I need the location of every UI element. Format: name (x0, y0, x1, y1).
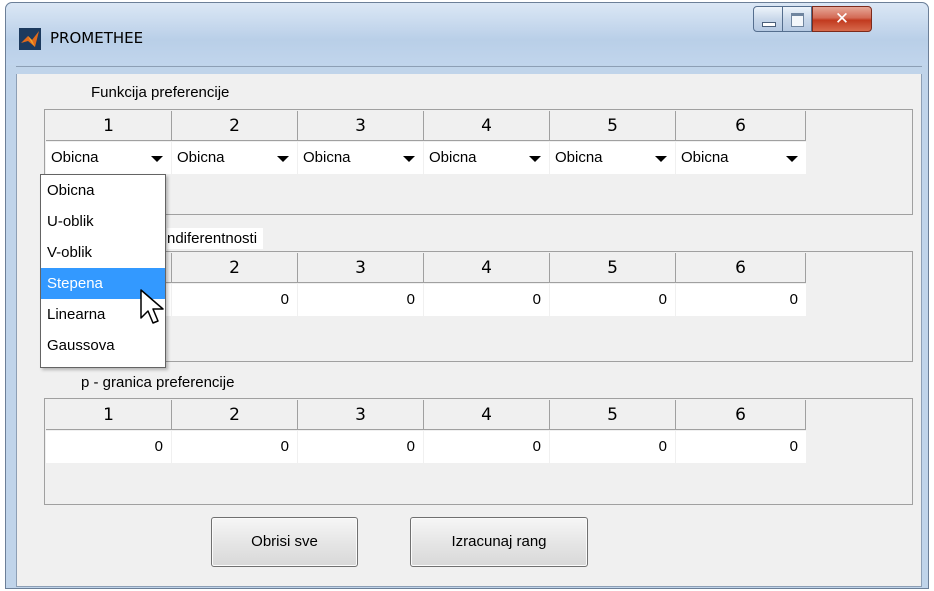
preference-function-select-3[interactable]: Obicna (298, 142, 424, 174)
column-header: 5 (550, 111, 676, 141)
indifference-cell-2[interactable]: 0 (172, 284, 298, 316)
title-bar[interactable]: PROMETHEE ✕ (6, 3, 928, 65)
column-header: 5 (550, 253, 676, 283)
preference-limit-cell-6[interactable]: 0 (676, 431, 806, 463)
dropdown-arrow-icon (277, 156, 289, 162)
column-header: 3 (298, 111, 424, 141)
column-header: 6 (676, 111, 806, 141)
indifference-cell-5[interactable]: 0 (550, 284, 676, 316)
preference-function-header-row: 1 2 3 4 5 6 (46, 111, 810, 141)
dropdown-arrow-icon (786, 156, 798, 162)
column-header: 6 (676, 400, 806, 430)
preference-limit-label: p - granica preferencije (80, 374, 236, 391)
preference-function-select-1[interactable]: Obicna (46, 142, 172, 174)
preference-limit-cell-3[interactable]: 0 (298, 431, 424, 463)
dropdown-arrow-icon (655, 156, 667, 162)
clear-all-button[interactable]: Obrisi sve (211, 517, 358, 567)
maximize-icon (791, 13, 804, 27)
preference-function-panel: 1 2 3 4 5 6 Obicna Obicna Obicna Obicna … (44, 109, 913, 215)
select-value: Obicna (303, 149, 351, 166)
preference-function-select-6[interactable]: Obicna (676, 142, 806, 174)
preference-limit-cell-1[interactable]: 0 (46, 431, 172, 463)
preference-limit-cell-4[interactable]: 0 (424, 431, 550, 463)
dropdown-arrow-icon (529, 156, 541, 162)
column-header: 4 (424, 111, 550, 141)
select-value: Obicna (51, 149, 99, 166)
mouse-cursor-icon (140, 289, 164, 324)
preference-function-values-row: Obicna Obicna Obicna Obicna Obicna Obicn… (46, 142, 810, 174)
minimize-icon (762, 22, 776, 27)
preference-function-label: Funkcija preferencije (90, 84, 231, 101)
column-header: 3 (298, 253, 424, 283)
minimize-button[interactable] (753, 6, 783, 32)
column-header: 1 (46, 400, 172, 430)
select-value: Obicna (429, 149, 477, 166)
select-value: Obicna (177, 149, 225, 166)
maximize-button[interactable] (783, 6, 812, 32)
preference-function-select-4[interactable]: Obicna (424, 142, 550, 174)
column-header: 5 (550, 400, 676, 430)
compute-rank-button[interactable]: Izracunaj rang (410, 517, 588, 567)
preference-limit-cell-2[interactable]: 0 (172, 431, 298, 463)
preference-function-select-2[interactable]: Obicna (172, 142, 298, 174)
column-header: 2 (172, 400, 298, 430)
dropdown-arrow-icon (151, 156, 163, 162)
column-header: 1 (46, 111, 172, 141)
preference-function-select-5[interactable]: Obicna (550, 142, 676, 174)
preference-limit-panel: 1 2 3 4 5 6 0 0 0 0 0 0 (44, 398, 913, 505)
column-header: 4 (424, 253, 550, 283)
dropdown-arrow-icon (403, 156, 415, 162)
indifference-label: ndiferentnosti (167, 228, 264, 249)
indifference-cell-4[interactable]: 0 (424, 284, 550, 316)
column-header: 6 (676, 253, 806, 283)
preference-limit-header-row: 1 2 3 4 5 6 (46, 400, 810, 430)
indifference-cell-3[interactable]: 0 (298, 284, 424, 316)
dropdown-option[interactable]: V-oblik (41, 237, 165, 268)
column-header: 2 (172, 253, 298, 283)
close-icon: ✕ (834, 9, 850, 29)
select-value: Obicna (555, 149, 603, 166)
column-header: 2 (172, 111, 298, 141)
preference-limit-values-row: 0 0 0 0 0 0 (46, 431, 810, 463)
dropdown-option[interactable]: Gaussova (41, 330, 165, 361)
indifference-cell-6[interactable]: 0 (676, 284, 806, 316)
dropdown-option[interactable]: U-oblik (41, 206, 165, 237)
column-header: 3 (298, 400, 424, 430)
select-value: Obicna (681, 149, 729, 166)
close-button[interactable]: ✕ (812, 6, 872, 32)
window-title: PROMETHEE (50, 29, 144, 47)
matlab-logo-icon (19, 28, 41, 50)
preference-limit-cell-5[interactable]: 0 (550, 431, 676, 463)
column-header: 4 (424, 400, 550, 430)
dropdown-option[interactable]: Obicna (41, 175, 165, 206)
indifference-panel: 1 2 3 4 5 6 0 0 0 0 0 0 (44, 251, 913, 362)
preference-function-dropdown-list: Obicna U-oblik V-oblik Stepena Linearna … (40, 174, 166, 368)
